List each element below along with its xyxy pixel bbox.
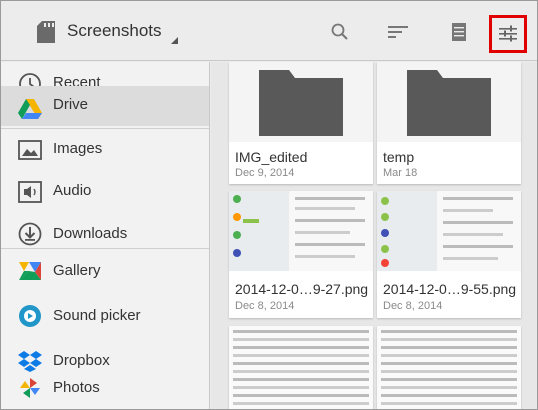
nav-label-drive: Drive xyxy=(53,96,89,113)
download-icon xyxy=(18,222,42,246)
image-thumbnail xyxy=(229,191,373,271)
nav-item-photos[interactable]: Photos xyxy=(1,367,209,409)
file-name: 2014-12-0…9-55.png xyxy=(383,281,517,297)
nav-label-sound-picker: Sound picker xyxy=(53,307,141,324)
image-thumbnail xyxy=(377,326,521,409)
nav-item-sound-picker[interactable]: Sound picker xyxy=(1,297,209,341)
folder-card[interactable]: IMG_edited Dec 9, 2014 xyxy=(229,62,373,184)
file-name: 2014-12-0…9-27.png xyxy=(235,281,369,297)
nav-label-images: Images xyxy=(53,140,103,157)
folder-date: Mar 18 xyxy=(383,167,418,179)
folder-thumbnail xyxy=(229,62,373,142)
folder-card[interactable]: temp Mar 18 xyxy=(377,62,521,184)
dropdown-indicator-icon[interactable] xyxy=(171,37,178,44)
photos-icon xyxy=(20,378,40,398)
location-title[interactable]: Screenshots xyxy=(67,21,162,41)
image-card[interactable]: 2014-12-0…9-55.png Dec 8, 2014 xyxy=(377,191,521,318)
sound-picker-icon xyxy=(19,305,41,327)
audio-icon xyxy=(18,181,42,203)
search-icon[interactable] xyxy=(329,21,351,43)
file-grid: IMG_edited Dec 9, 2014 temp Mar 18 2014-… xyxy=(211,62,537,409)
nav-label-audio: Audio xyxy=(53,182,92,199)
nav-item-drive[interactable]: Drive xyxy=(1,86,209,126)
image-thumbnail xyxy=(377,191,521,271)
file-date: Dec 8, 2014 xyxy=(383,300,443,312)
image-icon xyxy=(18,140,42,160)
settings-icon xyxy=(499,25,517,42)
folder-icon xyxy=(259,70,343,136)
folder-date: Dec 9, 2014 xyxy=(235,167,295,179)
app-window: Screenshots Recent Drive Images Audio Do… xyxy=(0,0,538,410)
top-bar: Screenshots xyxy=(1,1,537,61)
sd-card-icon xyxy=(37,21,55,43)
folder-icon xyxy=(407,70,491,136)
folder-name: IMG_edited xyxy=(235,149,308,165)
folder-name: temp xyxy=(383,149,415,165)
image-thumbnail xyxy=(229,326,373,409)
image-card[interactable]: 2014-12-0…9-27.png Dec 8, 2014 xyxy=(229,191,373,318)
nav-item-gallery[interactable]: Gallery xyxy=(1,252,209,296)
image-card[interactable] xyxy=(229,326,373,409)
nav-label-downloads: Downloads xyxy=(53,225,128,242)
drive-icon xyxy=(18,99,42,119)
gallery-icon xyxy=(19,262,41,280)
sort-icon[interactable] xyxy=(387,21,409,43)
navigation-drawer: Recent Drive Images Audio Downloads Gall… xyxy=(1,62,210,409)
nav-item-audio[interactable]: Audio xyxy=(1,171,209,215)
list-view-icon[interactable] xyxy=(448,21,470,43)
image-card[interactable] xyxy=(377,326,521,409)
file-date: Dec 8, 2014 xyxy=(235,300,295,312)
nav-label-photos: Photos xyxy=(53,379,100,396)
folder-thumbnail xyxy=(377,62,521,142)
nav-label-gallery: Gallery xyxy=(53,262,101,279)
settings-button[interactable] xyxy=(489,15,527,53)
nav-item-images[interactable]: Images xyxy=(1,127,209,171)
drawer-divider xyxy=(1,248,209,249)
